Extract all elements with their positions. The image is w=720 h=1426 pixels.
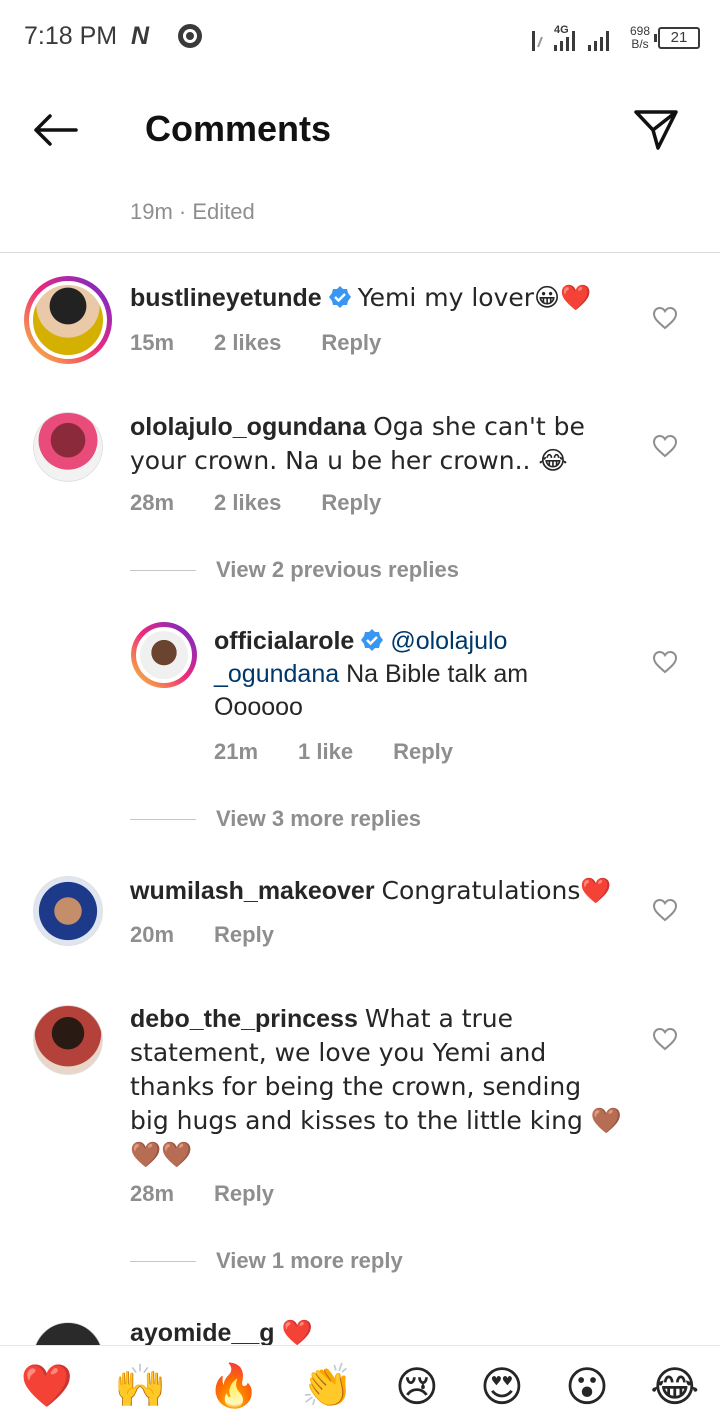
avatar[interactable] [33, 876, 103, 946]
avatar[interactable] [33, 412, 103, 482]
verified-badge-icon [328, 286, 351, 308]
reply-button[interactable]: Reply [214, 1181, 274, 1207]
back-arrow-icon[interactable] [30, 110, 80, 150]
comment-time: 21m [214, 739, 259, 764]
comment-text: wumilash_makeover Congratulations❤️ [130, 874, 630, 908]
username[interactable]: debo_the_princess [130, 1005, 358, 1033]
notification-n-icon: N [131, 22, 150, 50]
comment-time: 28m [130, 1181, 175, 1206]
avatar[interactable] [24, 276, 112, 364]
avatar[interactable] [131, 622, 197, 688]
reaction-heart-eyes[interactable]: 😍 [480, 1362, 524, 1411]
reaction-clap[interactable]: 👏 [301, 1361, 353, 1411]
reaction-raised-hands[interactable]: 🙌 [114, 1361, 166, 1411]
comment-meta: 15m 2 likes Reply [130, 330, 381, 356]
view-previous-label[interactable]: View 2 previous replies [216, 557, 459, 583]
verified-badge-icon [361, 629, 384, 651]
view-more-replies[interactable]: View 1 more reply [130, 1248, 403, 1274]
reaction-surprised[interactable]: 😮 [565, 1362, 609, 1411]
reaction-laughing[interactable]: 😂 [650, 1362, 699, 1411]
divider [0, 252, 720, 253]
username[interactable]: ayomide__g [130, 1319, 275, 1345]
username[interactable]: ololajulo_ogundana [130, 413, 366, 441]
comment-text: officialarole @ololajulo _ogundana Na Bib… [214, 625, 594, 724]
like-heart-icon[interactable] [652, 898, 678, 922]
network-speed: 698 B/s [630, 25, 650, 51]
comment-meta: 28m 2 likes Reply [130, 490, 381, 516]
view-previous-replies[interactable]: View 2 previous replies [130, 557, 459, 583]
reply-button[interactable]: Reply [321, 330, 381, 356]
reply-button[interactable]: Reply [321, 490, 381, 516]
replies-line [130, 1260, 196, 1262]
signal-icon: 4G [531, 24, 609, 51]
likes-count[interactable]: 1 like [298, 739, 353, 765]
avatar[interactable] [33, 1322, 103, 1345]
view-more-label[interactable]: View 1 more reply [216, 1248, 403, 1274]
view-more-label[interactable]: View 3 more replies [216, 806, 421, 832]
page-title: Comments [145, 108, 332, 149]
comment-body: Yemi my lover😀❤️ [357, 283, 592, 312]
comment-meta: 21m 1 like Reply [214, 739, 453, 765]
like-heart-icon[interactable] [652, 1027, 678, 1051]
replies-line [130, 818, 196, 820]
header: Comments [0, 90, 720, 170]
comment-meta: 28m Reply [130, 1181, 274, 1207]
status-time: 7:18 PM [24, 22, 118, 50]
battery-icon: 21 [654, 27, 700, 49]
comment-time: 15m [130, 330, 175, 355]
reaction-crying[interactable]: 😢 [395, 1362, 439, 1411]
like-heart-icon[interactable] [652, 306, 678, 330]
network-type: 4G [554, 24, 569, 36]
reaction-fire[interactable]: 🔥 [208, 1361, 260, 1411]
comment-time: 28m [130, 490, 175, 515]
username[interactable]: bustlineyetunde [130, 284, 322, 312]
likes-count[interactable]: 2 likes [214, 330, 281, 356]
status-bar: 7:18 PM N 4G 698 B/s 21 [0, 0, 720, 72]
caption-meta: 19m · Edited [130, 199, 255, 224]
avatar[interactable] [33, 1005, 103, 1075]
comment-text: bustlineyetunde Yemi my lover😀❤️ [130, 281, 650, 315]
whatsapp-icon [178, 24, 202, 48]
like-heart-icon[interactable] [652, 434, 678, 458]
reply-button[interactable]: Reply [214, 922, 274, 948]
speed-unit: B/s [631, 37, 649, 51]
reaction-heart[interactable]: ❤️ [21, 1361, 73, 1411]
likes-count[interactable]: 2 likes [214, 490, 281, 516]
like-heart-icon[interactable] [652, 650, 678, 674]
reply-button[interactable]: Reply [393, 739, 453, 765]
username[interactable]: wumilash_makeover [130, 877, 375, 905]
comment-body: ❤️ [281, 1318, 313, 1345]
replies-line [130, 569, 196, 571]
comment-meta: 20m Reply [130, 922, 274, 948]
send-icon[interactable] [630, 104, 682, 156]
view-more-replies[interactable]: View 3 more replies [130, 806, 421, 832]
comment-text: debo_the_princess What a true statement,… [130, 1002, 625, 1172]
quick-reaction-bar: ❤️ 🙌 🔥 👏 😢 😍 😮 😂 [0, 1345, 720, 1426]
comment-text: ololajulo_ogundana Oga she can't be your… [130, 410, 610, 478]
comment-body: Congratulations❤️ [381, 876, 612, 905]
username[interactable]: officialarole [214, 627, 354, 655]
comment-time: 20m [130, 922, 175, 947]
status-right: 4G 698 B/s 21 [531, 18, 700, 58]
comment-text: ayomide__g ❤️ [130, 1318, 610, 1345]
comment-ayomide: ayomide__g ❤️ [0, 1318, 720, 1345]
